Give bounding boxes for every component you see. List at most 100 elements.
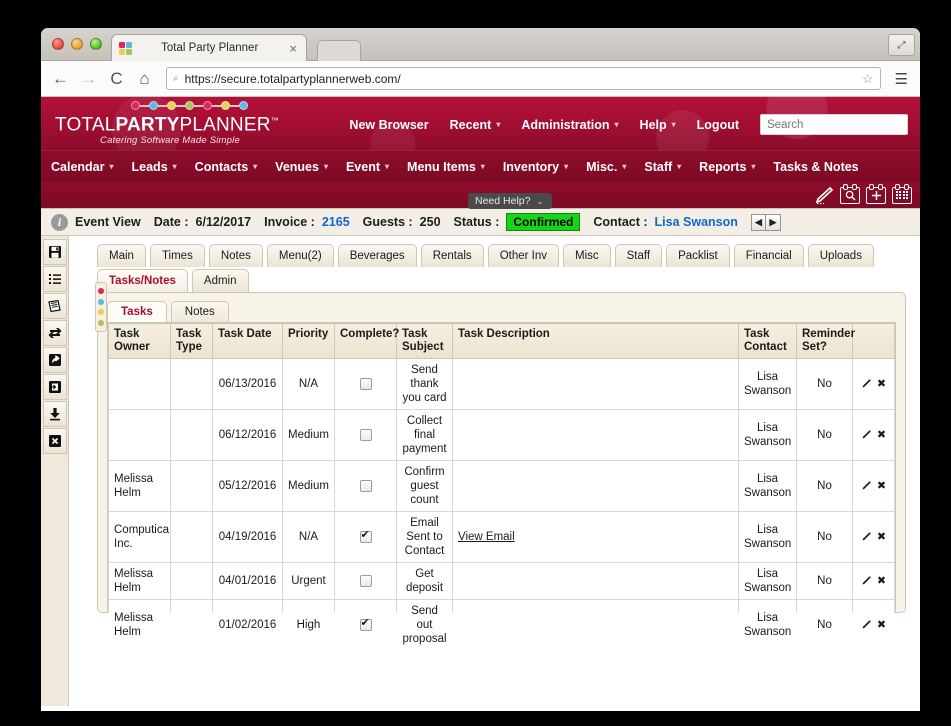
col-task-subject[interactable]: Task Subject [396, 323, 453, 359]
edit-icon[interactable] [861, 619, 872, 631]
header-link-logout[interactable]: Logout [697, 118, 739, 132]
delete-icon[interactable]: ✖ [877, 429, 886, 441]
import-icon[interactable] [42, 374, 67, 400]
header-link-new-browser[interactable]: New Browser [349, 118, 428, 132]
new-tab-button[interactable] [317, 40, 361, 61]
cell-owner: Melissa Helm [108, 562, 171, 600]
zoom-window-button[interactable] [90, 38, 102, 50]
col-task-date[interactable]: Task Date [212, 323, 283, 359]
tab-times[interactable]: Times [149, 244, 205, 267]
nav-item-inventory[interactable]: Inventory ▾ [503, 160, 568, 174]
nav-item-reports[interactable]: Reports ▾ [699, 160, 755, 174]
edit-icon[interactable] [861, 575, 872, 587]
invoice-value[interactable]: 2165 [322, 215, 350, 229]
nav-item-contacts[interactable]: Contacts ▾ [195, 160, 258, 174]
tab-financial[interactable]: Financial [733, 244, 804, 267]
complete-checkbox[interactable] [359, 617, 372, 631]
col-task-description[interactable]: Task Description [452, 323, 739, 359]
tab-rentals[interactable]: Rentals [420, 244, 484, 267]
complete-checkbox[interactable] [359, 529, 372, 543]
tab-uploads[interactable]: Uploads [807, 244, 874, 267]
pen-icon[interactable] [813, 186, 834, 205]
nav-item-leads[interactable]: Leads ▾ [132, 160, 177, 174]
complete-checkbox[interactable] [359, 428, 372, 441]
header-link-help[interactable]: Help ▾ [640, 118, 676, 132]
subtab-tasks[interactable]: Tasks [107, 301, 167, 322]
tab-menu[interactable]: Menu(2) [266, 244, 334, 267]
col-task-contact[interactable]: Task Contact [738, 323, 797, 359]
tab-packlist[interactable]: Packlist [666, 244, 730, 267]
subtab-notes[interactable]: Notes [170, 301, 229, 322]
nav-item-tasks-notes[interactable]: Tasks & Notes [773, 160, 858, 174]
nav-item-calendar[interactable]: Calendar ▾ [51, 160, 114, 174]
calendar-search-icon[interactable] [840, 183, 860, 204]
tab-close-icon[interactable]: × [287, 41, 299, 56]
col-task-owner[interactable]: Task Owner [108, 323, 171, 359]
complete-checkbox[interactable] [359, 377, 372, 390]
delete-icon[interactable]: ✖ [877, 531, 886, 543]
nav-item-menu-items[interactable]: Menu Items ▾ [407, 160, 485, 174]
export-icon[interactable] [42, 347, 67, 373]
calendar-grid-icon[interactable] [892, 183, 912, 204]
cell-type [170, 460, 213, 512]
minimize-window-button[interactable] [71, 38, 83, 50]
grid-dots [896, 190, 908, 200]
header-link-administration[interactable]: Administration ▾ [521, 118, 618, 132]
delete-icon[interactable]: ✖ [877, 619, 886, 631]
tab-notes[interactable]: Notes [208, 244, 263, 267]
table-row: Melissa Helm 05/12/2016 Medium Confirm g… [108, 460, 895, 512]
close-icon[interactable] [42, 428, 67, 454]
calendar-add-icon[interactable] [866, 183, 886, 204]
browser-tab[interactable]: Total Party Planner × [111, 34, 307, 61]
browser-menu-icon[interactable]: ☰ [893, 70, 910, 88]
address-bar[interactable]: ⌕ https://secure.totalpartyplannerweb.co… [166, 67, 881, 90]
nav-item-misc[interactable]: Misc. ▾ [586, 160, 626, 174]
notepad-icon[interactable] [42, 293, 67, 319]
view-email-link[interactable]: View Email [458, 531, 515, 543]
list-icon[interactable] [42, 266, 67, 292]
tab-admin[interactable]: Admin [191, 269, 249, 292]
save-icon[interactable] [42, 239, 67, 265]
header-link-recent[interactable]: Recent ▾ [450, 118, 501, 132]
tab-staff[interactable]: Staff [614, 244, 663, 267]
edit-icon[interactable] [861, 429, 872, 441]
nav-item-venues[interactable]: Venues ▾ [275, 160, 328, 174]
tab-tasks-notes[interactable]: Tasks/Notes [97, 269, 188, 292]
reload-icon[interactable]: C [107, 70, 126, 87]
tab-misc[interactable]: Misc [563, 244, 611, 267]
logo-tm: ™ [270, 116, 279, 125]
app-logo[interactable]: TOTALPARTYPLANNER™ Catering Software Mad… [55, 101, 285, 146]
edit-icon[interactable] [861, 378, 872, 390]
nav-item-staff[interactable]: Staff ▾ [644, 160, 681, 174]
home-icon[interactable]: ⌂ [135, 70, 154, 87]
download-icon[interactable] [42, 401, 67, 427]
header-nav: New Browser Recent ▾ Administration ▾ Help… [349, 114, 908, 135]
edit-icon[interactable] [861, 531, 872, 543]
main-nav: Calendar ▾ Leads ▾ Contacts ▾ Venues ▾ Event… [41, 150, 920, 182]
col-task-type[interactable]: Task Type [170, 323, 213, 359]
col-priority[interactable]: Priority [282, 323, 335, 359]
tab-beverages[interactable]: Beverages [337, 244, 417, 267]
col-reminder-set[interactable]: Reminder Set? [796, 323, 855, 359]
close-window-button[interactable] [52, 38, 64, 50]
complete-checkbox[interactable] [359, 574, 372, 587]
contact-value[interactable]: Lisa Swanson [655, 215, 738, 229]
delete-icon[interactable]: ✖ [877, 575, 886, 587]
col-complete[interactable]: Complete? [334, 323, 399, 359]
prev-event-button[interactable]: ◀ [750, 213, 766, 231]
search-input[interactable] [760, 114, 908, 135]
back-icon[interactable]: ← [51, 70, 70, 87]
forward-icon[interactable]: → [79, 70, 98, 87]
delete-icon[interactable]: ✖ [877, 378, 886, 390]
complete-checkbox[interactable] [359, 479, 372, 492]
bookmark-star-icon[interactable]: ☆ [862, 71, 874, 87]
tab-other-inv[interactable]: Other Inv [487, 244, 559, 267]
need-help-button[interactable]: Need Help? ⌄ [468, 193, 553, 209]
tab-main[interactable]: Main [97, 244, 146, 267]
delete-icon[interactable]: ✖ [877, 480, 886, 492]
edit-icon[interactable] [861, 480, 872, 492]
maximize-button[interactable]: ⤢ [888, 34, 915, 56]
nav-item-event[interactable]: Event ▾ [346, 160, 389, 174]
next-event-button[interactable]: ▶ [765, 213, 781, 231]
sync-icon[interactable] [42, 320, 67, 346]
